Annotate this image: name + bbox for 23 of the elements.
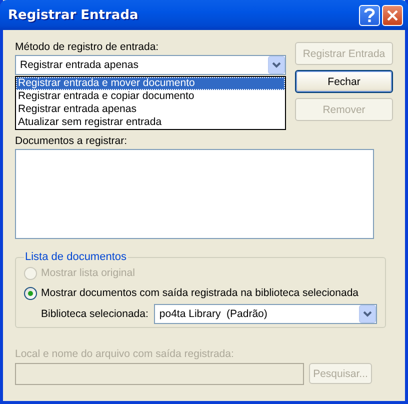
radio-label: Mostrar lista original: [41, 267, 135, 279]
dropdown-value: Registrar entrada apenas: [19, 59, 140, 71]
field-label: Documentos a registrar:: [15, 134, 128, 149]
close-button[interactable]: [382, 4, 403, 26]
field-label: Método de registro de entrada:: [15, 40, 160, 55]
dropdown-option[interactable]: Registrar entrada e mover documento: [16, 77, 285, 90]
field-label: Local e nome do arquivo com saída registrada:: [15, 347, 235, 362]
close-icon: [387, 10, 398, 20]
library-dropdown[interactable]: po4ta Library (Padrão): [154, 304, 378, 324]
documents-list[interactable]: [15, 149, 374, 239]
dropdown-option[interactable]: Atualizar sem registrar entrada: [16, 116, 285, 129]
dropdown-option[interactable]: Registrar entrada apenas: [16, 103, 285, 116]
radio-label: Mostrar documentos com saída registrada na biblioteca selecionada: [41, 287, 359, 299]
help-button[interactable]: [359, 4, 380, 26]
dropdown-option[interactable]: Registrar entrada e copiar documento: [16, 90, 285, 103]
dropdown-value: po4ta Library (Padrão): [158, 308, 268, 320]
field-label: Biblioteca selecionada:: [41, 308, 148, 320]
dialog-button[interactable]: Fechar: [295, 70, 393, 93]
input-field[interactable]: [15, 363, 304, 385]
group-title: Lista de documentos: [24, 251, 128, 263]
radio-button[interactable]: [24, 286, 37, 300]
window-title: Registrar Entrada: [8, 8, 140, 22]
question-mark-icon: [363, 8, 376, 22]
